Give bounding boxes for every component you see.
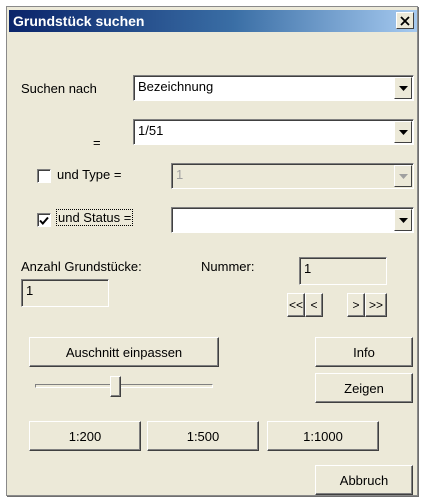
show-button[interactable]: Zeigen (315, 373, 413, 403)
type-checkbox[interactable] (37, 169, 51, 183)
number-field[interactable]: 1 (299, 257, 387, 285)
fit-extent-button[interactable]: Auschnitt einpassen (29, 337, 219, 367)
count-value: 1 (26, 283, 34, 298)
scale-1-1000-button[interactable]: 1:1000 (267, 421, 379, 451)
status-select[interactable] (171, 207, 414, 233)
first-record-button[interactable]: << (287, 293, 305, 317)
last-record-button[interactable]: >> (365, 293, 387, 317)
type-dropdown-button[interactable] (394, 165, 412, 187)
type-select[interactable]: 1 (171, 163, 414, 189)
status-dropdown-button[interactable] (394, 209, 412, 231)
value-dropdown-button[interactable] (394, 121, 412, 143)
equals-label: = (93, 135, 101, 150)
search-by-label: Suchen nach (21, 81, 97, 96)
chevron-down-icon (398, 129, 408, 135)
cancel-button[interactable]: Abbruch (315, 465, 413, 495)
dialog-window: Grundstück suchen Suchen nach Bezeichnun… (6, 6, 418, 496)
previous-record-button[interactable]: < (305, 293, 323, 317)
scale-1-500-button[interactable]: 1:500 (147, 421, 259, 451)
title-bar: Grundstück suchen (9, 10, 417, 32)
checkmark-icon (39, 216, 49, 225)
close-button[interactable] (396, 12, 414, 29)
status-label: und Status = (55, 209, 134, 226)
type-label: und Type = (57, 167, 122, 182)
chevron-down-icon (398, 85, 408, 91)
next-record-button[interactable]: > (347, 293, 365, 317)
chevron-down-icon (398, 217, 408, 223)
zoom-slider-track[interactable] (35, 384, 213, 388)
number-value: 1 (304, 261, 312, 276)
close-icon (400, 15, 410, 26)
window-title: Grundstück suchen (13, 13, 145, 29)
number-label: Nummer: (201, 259, 255, 274)
value-select[interactable]: 1/51 (133, 119, 414, 145)
value-value: 1/51 (138, 123, 164, 138)
count-field: 1 (21, 279, 109, 307)
zoom-slider-thumb[interactable] (110, 376, 121, 397)
search-by-select[interactable]: Bezeichnung (133, 75, 414, 101)
status-checkbox[interactable] (37, 213, 51, 227)
info-button[interactable]: Info (315, 337, 413, 367)
type-value: 1 (176, 167, 184, 182)
chevron-down-icon (398, 173, 408, 179)
search-by-dropdown-button[interactable] (394, 77, 412, 99)
count-label: Anzahl Grundstücke: (21, 259, 142, 274)
search-by-value: Bezeichnung (138, 79, 214, 94)
scale-1-200-button[interactable]: 1:200 (29, 421, 141, 451)
